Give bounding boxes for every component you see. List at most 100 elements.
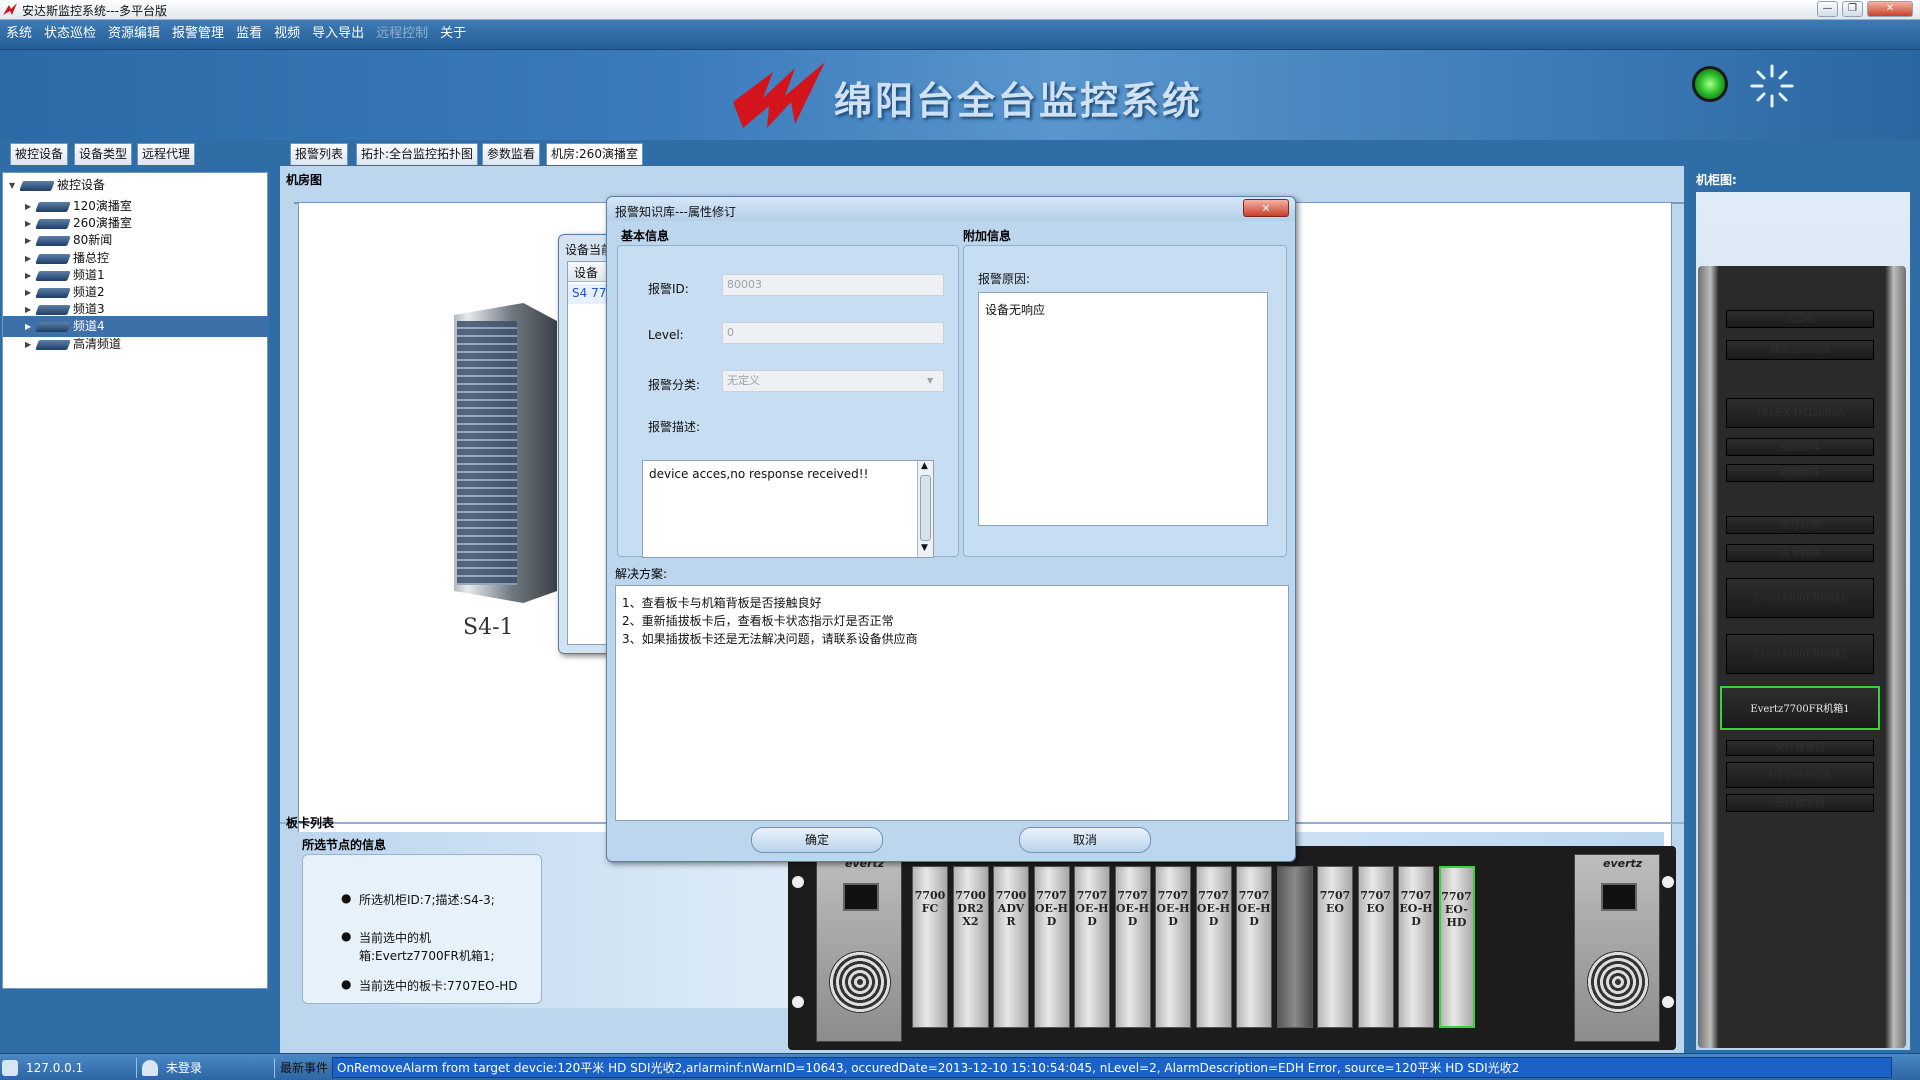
board-slot[interactable]: 7707EO bbox=[1357, 866, 1394, 1028]
tab-topology[interactable]: 拓扑:全台监控拓扑图 bbox=[356, 143, 479, 165]
station-logo-icon bbox=[733, 62, 825, 128]
rack-unit[interactable]: 视频矩阵 bbox=[1726, 464, 1874, 482]
rack-ear-hole-icon bbox=[1662, 996, 1674, 1008]
user-icon bbox=[142, 1060, 158, 1076]
device-icon bbox=[35, 219, 71, 230]
menu-video[interactable]: 视频 bbox=[268, 20, 306, 48]
board-slot[interactable]: 7707OE-HD bbox=[1114, 866, 1151, 1028]
board-slot[interactable]: 7707EO-HD bbox=[1398, 866, 1434, 1028]
minimize-button[interactable]: — bbox=[1817, 1, 1838, 17]
dialog-close-icon[interactable]: ✕ bbox=[1243, 199, 1289, 217]
board-slot-label: 7707EO bbox=[1319, 889, 1351, 915]
board-slot[interactable]: 7700ADVR bbox=[993, 866, 1029, 1028]
desc-textarea[interactable]: device acces,no response received!! ▲ ▼ bbox=[642, 460, 934, 558]
rack-unit[interactable]: 视频矩阵 bbox=[1726, 438, 1874, 456]
device-col-header[interactable]: 设备 bbox=[574, 264, 598, 281]
rack-unit[interactable]: 信号转换 bbox=[1726, 516, 1874, 534]
menu-status-check[interactable]: 状态巡检 bbox=[38, 20, 102, 48]
app-window: 安达斯监控系统---多平台版 — ❐ ✕ 系统 状态巡检 资源编辑 报警管理 监看 视频导… bbox=[0, 0, 1920, 1080]
rack-unit[interactable]: 播出自动切换 bbox=[1726, 340, 1874, 360]
app-logo-icon bbox=[3, 3, 17, 15]
board-slot-label: 7707OE-HD bbox=[1034, 889, 1069, 928]
menu-resource-edit[interactable]: 资源编辑 bbox=[102, 20, 166, 48]
board-slot[interactable]: 7707OE-HD bbox=[1236, 866, 1272, 1028]
node-info-box: ● 所选机柜ID:7;描述:S4-3; ● 当前选中的机箱:Evertz7700… bbox=[302, 854, 542, 1004]
board-slot[interactable]: 7707EO-HD bbox=[1438, 866, 1475, 1028]
chassis-right-panel: evertz bbox=[1574, 854, 1660, 1042]
board-slot[interactable]: 7707EO bbox=[1317, 866, 1353, 1028]
rack-unit-label: Evertz7700FR机箱1 bbox=[1750, 704, 1850, 715]
board-slot[interactable]: 7707OE-HD bbox=[1155, 866, 1191, 1028]
menu-remote-control: 远程控制 bbox=[376, 26, 429, 41]
event-ticker: OnRemoveAlarm from target devcie:120平米 H… bbox=[332, 1057, 1892, 1078]
rack-unit-label: 光纤收发器 bbox=[1775, 798, 1825, 809]
rack-unit[interactable]: Evertz7700FR机箱1 bbox=[1720, 686, 1880, 730]
menu-about[interactable]: 关于 bbox=[434, 20, 472, 48]
board-slot[interactable]: 7700DR2X2 bbox=[952, 866, 989, 1028]
rack-unit[interactable]: 光纤收发器 bbox=[1726, 740, 1874, 756]
solution-textarea[interactable]: 1、查看板卡与机箱背板是否接触良好 2、重新插拔板卡后，查看板卡状态指示灯是否正… bbox=[615, 585, 1289, 821]
rack-unit-label: 信号转换 bbox=[1780, 548, 1820, 559]
device-icon bbox=[35, 202, 71, 212]
board-slot[interactable] bbox=[1276, 866, 1313, 1028]
rack-panel: 机柜图: 光口收 播出自动切换 TELEX DTI2000A 视频矩阵 视频矩阵 信号转换… bbox=[1684, 140, 1920, 1053]
status-ip: 127.0.0.1 bbox=[26, 1061, 84, 1075]
device-tree: ▼ 被控设备 ▶ 120演播室 ▶ 260演播室 ▶ 80新闻 ▶ 播总控 ▶ 频道1 ▶ 频道2 ▶ 频… bbox=[2, 172, 269, 989]
rack-unit[interactable]: TELEX DTI2000A bbox=[1726, 398, 1874, 428]
ok-button[interactable]: 确定 bbox=[751, 827, 883, 853]
info-cabinet: 所选机柜ID:7;描述:S4-3; bbox=[359, 893, 495, 907]
tree-item-label: 高清频道 bbox=[73, 336, 122, 351]
info-board: 当前选中的板卡:7707EO-HD bbox=[359, 979, 518, 993]
rack-ear-hole-icon bbox=[792, 996, 804, 1008]
rack-unit-label: 光纤收发器 bbox=[1775, 743, 1825, 754]
cabinet-s4-1[interactable] bbox=[445, 303, 557, 603]
board-slot-label: 7707OE-HD bbox=[1156, 889, 1190, 928]
info-chassis: 当前选中的机箱:Evertz7700FR机箱1; bbox=[359, 931, 495, 963]
network-icon bbox=[2, 1060, 18, 1076]
close-button[interactable]: ✕ bbox=[1867, 1, 1913, 17]
board-list-label: 板卡列表 bbox=[286, 816, 335, 830]
rack-unit[interactable]: Evertz500FR机箱1 bbox=[1726, 578, 1874, 618]
tab-remote-agent[interactable]: 远程代理 bbox=[137, 143, 196, 165]
board-slot[interactable]: 7707OE-HD bbox=[1074, 866, 1110, 1028]
menu-monitor[interactable]: 监看 bbox=[230, 20, 268, 48]
board-slot-label: 7707OE-HD bbox=[1115, 889, 1150, 928]
board-slot[interactable]: 7700FC bbox=[912, 866, 948, 1028]
reason-textarea[interactable]: 设备无响应 bbox=[978, 292, 1268, 526]
tab-device-types[interactable]: 设备类型 bbox=[74, 143, 133, 165]
rack-unit[interactable]: 光纤收发器 bbox=[1726, 794, 1874, 812]
board-slot[interactable]: 7707OE-HD bbox=[1195, 866, 1232, 1028]
menu-import-export[interactable]: 导入导出 bbox=[306, 20, 370, 48]
desc-scrollbar[interactable]: ▲ ▼ bbox=[917, 461, 933, 557]
tab-alarm-list[interactable]: 报警列表 bbox=[290, 143, 349, 165]
tree-root[interactable]: ▼ 被控设备 bbox=[3, 175, 269, 196]
chassis-left-panel: evertz bbox=[816, 854, 902, 1042]
node-info-title: 所选节点的信息 bbox=[302, 838, 387, 852]
maximize-button[interactable]: ❐ bbox=[1842, 1, 1863, 17]
rack-unit[interactable]: Evertz500FR机箱2 bbox=[1726, 634, 1874, 674]
window-title: 安达斯监控系统---多平台版 bbox=[22, 4, 167, 18]
level-field: 0 bbox=[722, 322, 944, 344]
tab-room-260[interactable]: 机房:260演播室 bbox=[546, 143, 643, 165]
alarm-id-field: 80003 bbox=[722, 274, 944, 296]
rack-unit[interactable]: 光口收 bbox=[1726, 310, 1874, 328]
menu-alarm-manage[interactable]: 报警管理 bbox=[166, 20, 230, 48]
fan-left-icon bbox=[829, 951, 891, 1013]
rack-unit[interactable]: GY-1610光端 bbox=[1726, 762, 1874, 788]
tab-param-monitor[interactable]: 参数监看 bbox=[482, 143, 541, 165]
menu-system[interactable]: 系统 bbox=[0, 20, 38, 48]
device-icon bbox=[35, 339, 71, 350]
rack-unit-label: 视频矩阵 bbox=[1780, 468, 1820, 479]
banner: 绵阳台全台监控系统 bbox=[0, 50, 1920, 140]
basic-info-panel: 报警ID: 80003 Level: 0 报警分类: 无定义 ▼ 报警描述: d… bbox=[617, 245, 959, 558]
cancel-button[interactable]: 取消 bbox=[1019, 827, 1151, 853]
board-slot-label: 7707EO bbox=[1360, 889, 1391, 915]
board-slot-label: 7707OE-HD bbox=[1075, 889, 1109, 928]
splitter[interactable] bbox=[272, 140, 280, 1053]
tree-item[interactable]: ▶ 高清频道 bbox=[3, 334, 269, 355]
rack-unit[interactable]: 信号转换 bbox=[1726, 544, 1874, 562]
expand-arrow-icon[interactable]: ▶ bbox=[25, 334, 31, 355]
expand-icon[interactable]: ▼ bbox=[9, 175, 15, 196]
board-slot[interactable]: 7707OE-HD bbox=[1033, 866, 1070, 1028]
tab-controlled-devices[interactable]: 被控设备 bbox=[10, 143, 69, 165]
